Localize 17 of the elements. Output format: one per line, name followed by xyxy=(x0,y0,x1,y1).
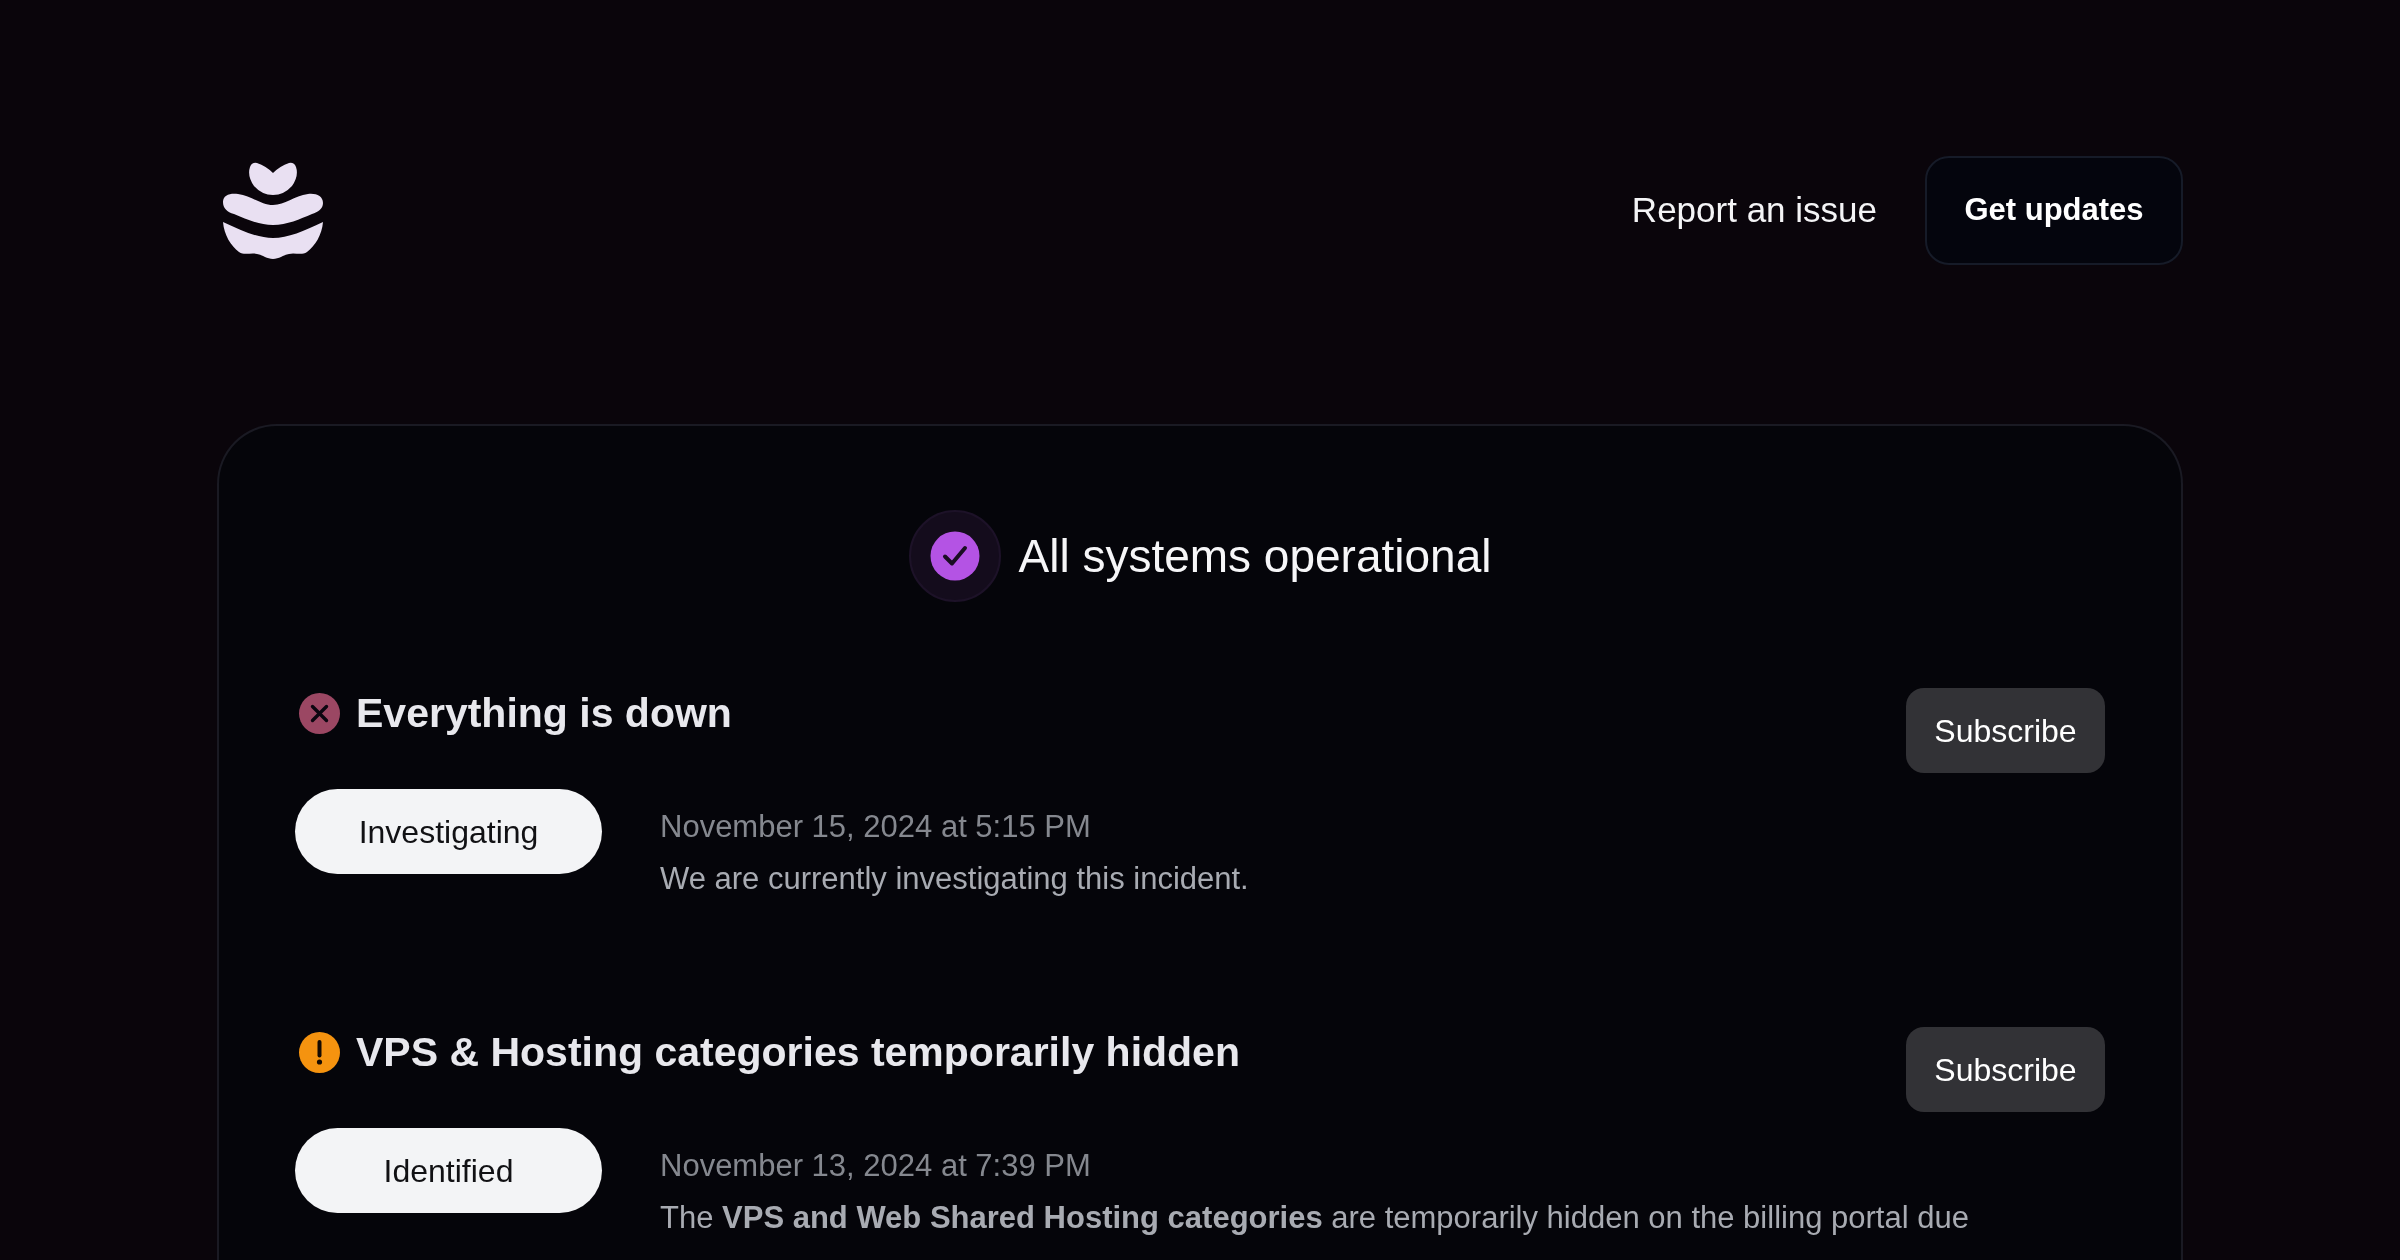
incident-date: November 15, 2024 at 5:15 PM xyxy=(660,808,1092,846)
exclamation-circle-icon xyxy=(299,1031,340,1073)
subscribe-button[interactable]: Subscribe xyxy=(1906,688,2105,773)
get-updates-button[interactable]: Get updates xyxy=(1925,156,2183,265)
incident-message: The VPS and Web Shared Hosting categories are temporarily hidden on the billing portal due xyxy=(660,1199,1969,1237)
incident-message: We are currently investigating this incident. xyxy=(660,860,1249,898)
status-pill: Identified xyxy=(295,1128,602,1213)
incident-title: Everything is down xyxy=(356,689,732,738)
subscribe-button[interactable]: Subscribe xyxy=(1906,1027,2105,1112)
incident-title: VPS & Hosting categories temporarily hidden xyxy=(356,1028,1240,1077)
x-circle-icon xyxy=(299,692,340,734)
report-issue-link[interactable]: Report an issue xyxy=(1631,184,1877,237)
check-circle-icon xyxy=(908,510,1001,602)
status-pill: Investigating xyxy=(295,789,602,874)
incident-date: November 13, 2024 at 7:39 PM xyxy=(660,1147,1092,1185)
status-heading: All systems operational xyxy=(1018,528,1492,584)
logo-icon[interactable] xyxy=(222,162,324,259)
